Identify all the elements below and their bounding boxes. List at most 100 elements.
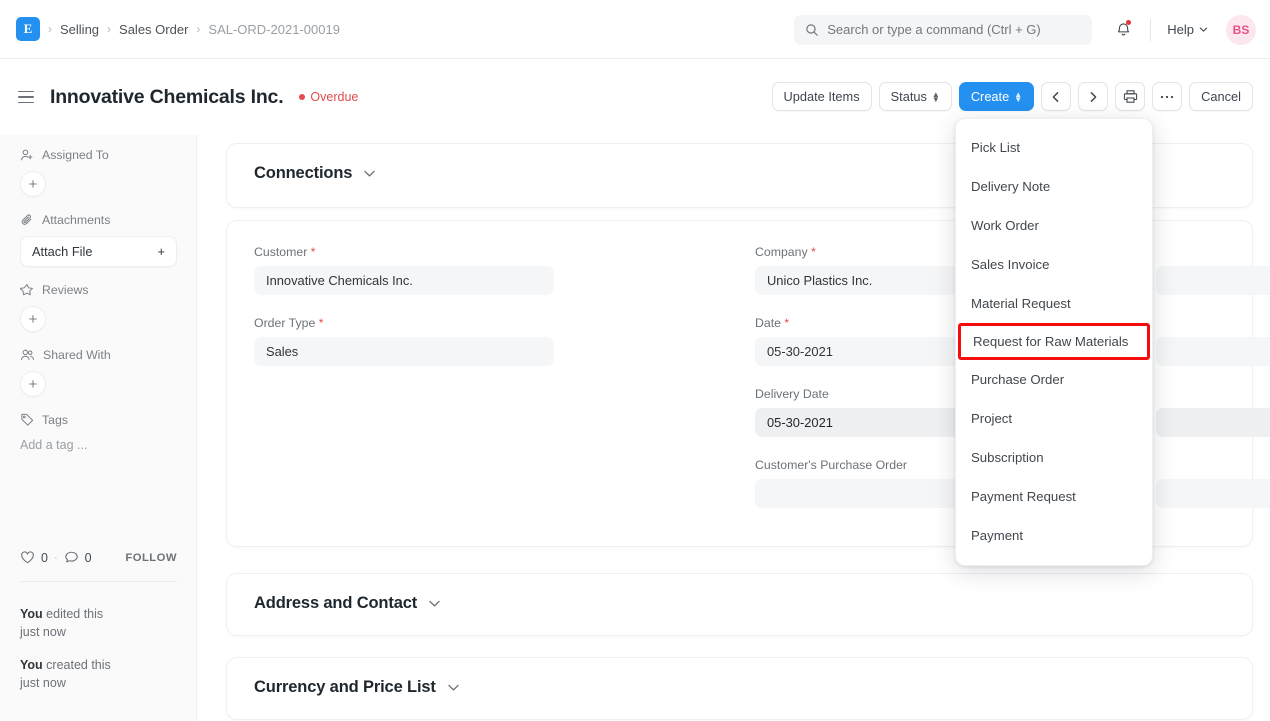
menu-item-project[interactable]: Project (956, 399, 1152, 438)
update-items-button[interactable]: Update Items (772, 82, 872, 111)
chevron-down-icon[interactable] (428, 597, 441, 610)
activity-actor: You (20, 607, 43, 621)
sidebar-section-shared-with: Shared With (20, 348, 176, 362)
chevron-right-icon (1087, 91, 1099, 103)
details-column-1: Customer * Innovative Chemicals Inc. Ord… (254, 245, 554, 387)
search-icon (805, 23, 819, 37)
avatar[interactable]: BS (1226, 15, 1256, 45)
heart-icon[interactable] (20, 550, 35, 565)
field-col3-2 (1156, 316, 1270, 366)
breadcrumb-separator: › (107, 22, 111, 36)
add-assignment-button[interactable]: + (20, 171, 46, 197)
chevron-down-icon[interactable] (363, 167, 376, 180)
help-menu-button[interactable]: Help (1161, 18, 1214, 41)
col3-input-3[interactable] (1156, 408, 1270, 437)
sidebar-section-attachments: Attachments (20, 213, 176, 227)
order-type-input[interactable]: Sales (254, 337, 554, 366)
help-label: Help (1167, 22, 1194, 37)
search-input[interactable]: Search or type a command (Ctrl + G) (794, 15, 1092, 45)
cancel-button[interactable]: Cancel (1189, 82, 1253, 111)
field-label: Order Type * (254, 316, 554, 330)
paperclip-icon (20, 213, 34, 227)
print-button[interactable] (1115, 82, 1145, 111)
activity-actor: You (20, 658, 43, 672)
social-stats-row: 0 · 0 FOLLOW (20, 550, 177, 565)
add-share-button[interactable]: + (20, 371, 46, 397)
field-label (1156, 316, 1270, 330)
app-logo[interactable]: E (16, 17, 40, 41)
more-options-button[interactable] (1152, 82, 1182, 111)
activity-time: just now (20, 676, 66, 690)
menu-item-subscription[interactable]: Subscription (956, 438, 1152, 477)
sidebar-label-shared-with: Shared With (43, 348, 111, 362)
details-column-3 (1156, 245, 1270, 529)
menu-item-payment-request[interactable]: Payment Request (956, 477, 1152, 516)
next-document-button[interactable] (1078, 82, 1108, 111)
notification-badge-dot (1126, 20, 1131, 25)
activity-action: edited this (43, 607, 103, 621)
status-dot-icon (299, 94, 305, 100)
menu-item-work-order[interactable]: Work Order (956, 206, 1152, 245)
menu-item-payment[interactable]: Payment (956, 516, 1152, 555)
col3-input-2[interactable] (1156, 337, 1270, 366)
menu-item-material-request[interactable]: Material Request (956, 284, 1152, 323)
add-review-button[interactable]: + (20, 306, 46, 332)
breadcrumb-item-selling[interactable]: Selling (60, 22, 99, 37)
add-tag-input[interactable]: Add a tag ... (20, 438, 176, 452)
previous-document-button[interactable] (1041, 82, 1071, 111)
sidebar-toggle-button[interactable] (18, 91, 34, 104)
page-title: Innovative Chemicals Inc. (50, 86, 283, 109)
chevron-down-icon (1199, 25, 1208, 34)
attach-file-button[interactable]: Attach File + (20, 236, 177, 267)
sidebar-label-attachments: Attachments (42, 213, 110, 227)
menu-item-delivery-note[interactable]: Delivery Note (956, 167, 1152, 206)
currency-and-price-list-header[interactable]: Currency and Price List (227, 658, 1252, 717)
social-separator: · (54, 552, 58, 564)
sidebar-section-reviews: Reviews (20, 283, 176, 297)
customer-input[interactable]: Innovative Chemicals Inc. (254, 266, 554, 295)
col3-input-1[interactable] (1156, 266, 1270, 295)
attach-file-label: Attach File (32, 244, 92, 259)
required-marker: * (319, 316, 324, 330)
address-and-contact-header[interactable]: Address and Contact (227, 574, 1252, 633)
label-text: Order Type (254, 316, 315, 330)
col3-input-4[interactable] (1156, 479, 1270, 508)
create-button[interactable]: Create ▲▼ (959, 82, 1034, 111)
field-col3-1 (1156, 245, 1270, 295)
address-and-contact-title: Address and Contact (254, 594, 417, 613)
breadcrumb-item-sales-order[interactable]: Sales Order (119, 22, 188, 37)
field-label (1156, 458, 1270, 472)
status-button[interactable]: Status ▲▼ (879, 82, 952, 111)
field-label (1156, 245, 1270, 259)
top-navbar: E › Selling › Sales Order › SAL-ORD-2021… (0, 0, 1270, 59)
menu-item-purchase-order[interactable]: Purchase Order (956, 360, 1152, 399)
currency-and-price-list-section: Currency and Price List (226, 657, 1253, 720)
navbar-right-controls: Search or type a command (Ctrl + G) Help… (794, 0, 1256, 59)
breadcrumb-separator: › (48, 22, 52, 36)
sidebar-divider (20, 581, 177, 582)
follow-button[interactable]: FOLLOW (125, 552, 177, 564)
activity-action: created this (43, 658, 111, 672)
chevron-down-icon[interactable] (447, 681, 460, 694)
field-order-type: Order Type * Sales (254, 316, 554, 366)
sidebar-label-tags: Tags (42, 413, 68, 427)
status-label: Overdue (310, 90, 358, 104)
label-text: Company (755, 245, 808, 259)
field-customer: Customer * Innovative Chemicals Inc. (254, 245, 554, 295)
currency-and-price-list-title: Currency and Price List (254, 678, 436, 697)
menu-item-sales-invoice[interactable]: Sales Invoice (956, 245, 1152, 284)
activity-log-entry: You edited this just now (20, 605, 185, 641)
comment-icon[interactable] (64, 550, 79, 565)
sidebar-label-assigned-to: Assigned To (42, 148, 109, 162)
like-count: 0 (41, 551, 48, 565)
menu-item-pick-list[interactable]: Pick List (956, 128, 1152, 167)
notifications-button[interactable] (1106, 13, 1140, 47)
search-placeholder: Search or type a command (Ctrl + G) (827, 22, 1041, 37)
create-button-label: Create (971, 89, 1009, 104)
users-icon (20, 348, 35, 362)
create-dropdown-menu: Pick List Delivery Note Work Order Sales… (955, 118, 1153, 566)
required-marker: * (784, 316, 789, 330)
activity-log-entry: You created this just now (20, 656, 185, 692)
navbar-divider (1150, 19, 1151, 41)
menu-item-request-for-raw-materials[interactable]: Request for Raw Materials (958, 323, 1150, 360)
